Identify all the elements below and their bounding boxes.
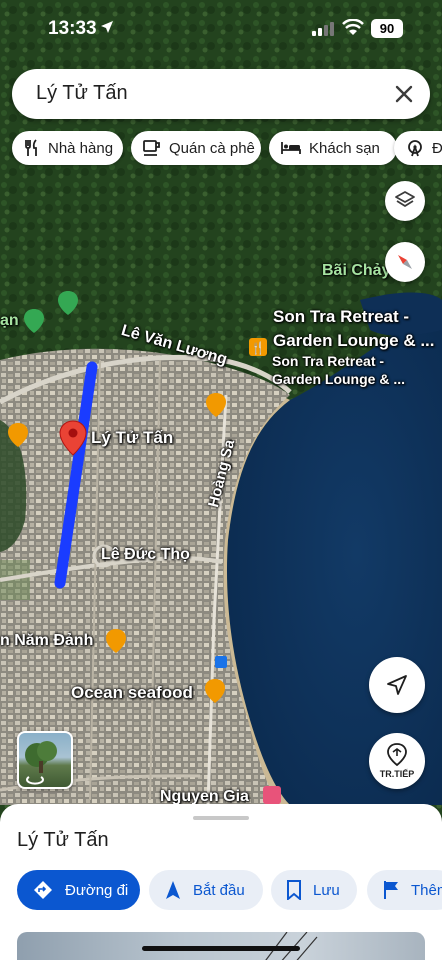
map-label-son-tra-small-2: Garden Lounge & ... (272, 371, 406, 387)
status-bar: 13:33 90 (0, 0, 442, 58)
chip-attractions[interactable]: Đị (394, 131, 442, 165)
map-label-nam-danh: n Năm Đảnh (0, 632, 94, 649)
flag-icon (383, 880, 399, 900)
attraction-icon (406, 139, 424, 157)
coffee-icon (143, 140, 161, 156)
wifi-icon (342, 19, 364, 35)
navigation-arrow-icon (165, 880, 181, 900)
map-label-partial-left: ạn (0, 312, 19, 329)
map-label-son-tra-small-1: Son Tra Retreat - (272, 353, 385, 369)
chip-hotels[interactable]: Khách sạn (269, 131, 397, 165)
map-label-bai-chay: Bãi Chảy (322, 262, 391, 279)
navigation-button-label: TR.TIẾP (379, 769, 415, 779)
cellular-signal-icon (312, 22, 334, 36)
close-icon[interactable] (392, 82, 416, 106)
map-label-son-tra-1[interactable]: Son Tra Retreat - (273, 307, 409, 327)
my-location-button[interactable] (369, 657, 425, 713)
search-query[interactable]: Lý Tử Tấn (36, 82, 128, 105)
chip-restaurants[interactable]: Nhà hàng (12, 131, 123, 165)
map-label-le-duc-tho: Lê Đức Thọ (101, 546, 190, 563)
battery-indicator: 90 (371, 19, 403, 38)
street-view-photo (25, 741, 57, 785)
directions-button[interactable]: Đường đi (17, 870, 140, 910)
restaurant-icon (24, 139, 40, 157)
save-label: Lưu (313, 881, 340, 899)
place-title: Lý Tử Tấn (17, 829, 109, 851)
save-button[interactable]: Lưu (271, 870, 357, 910)
place-bottom-sheet[interactable]: Lý Tử Tấn Đường đi Bắt đầu Lưu Thêm (0, 804, 442, 960)
sheet-drag-handle[interactable] (193, 816, 249, 820)
directions-icon (33, 880, 53, 900)
location-arrow-icon (101, 21, 113, 33)
hotel-icon (281, 141, 301, 155)
compass-button[interactable] (385, 242, 425, 282)
street-view-thumbnail[interactable] (17, 731, 73, 789)
rotate-360-icon (26, 776, 44, 785)
start-button[interactable]: Bắt đầu (149, 870, 263, 910)
navigation-pin-icon (387, 743, 407, 767)
place-actions: Đường đi Bắt đầu Lưu Thêm (17, 870, 442, 910)
location-arrow-icon (387, 675, 407, 695)
status-time: 13:33 (48, 18, 97, 39)
bookmark-icon (287, 880, 301, 900)
map-label-ly-tu-tan: Lý Tử Tấn (91, 428, 174, 447)
map-label-son-tra-2[interactable]: Garden Lounge & ... (273, 331, 435, 351)
chip-label: Nhà hàng (48, 139, 114, 157)
chip-label: Khách sạn (309, 139, 380, 157)
category-chips: Nhà hàng Quán cà phê Khách sạn Đị (12, 131, 442, 165)
compass-icon (398, 255, 412, 269)
layers-icon (395, 191, 415, 207)
start-label: Bắt đầu (193, 881, 245, 899)
search-bar[interactable]: Lý Tử Tấn (12, 69, 430, 119)
chip-label: Đị (432, 139, 442, 157)
home-indicator (142, 946, 300, 951)
layers-button[interactable] (385, 181, 425, 221)
add-label-button[interactable]: Thêm (367, 870, 442, 910)
directions-label: Đường đi (65, 881, 129, 899)
map-label-ocean-seafood[interactable]: Ocean seafood (71, 683, 193, 703)
navigation-button[interactable]: TR.TIẾP (369, 733, 425, 789)
chip-cafes[interactable]: Quán cà phê (131, 131, 261, 165)
add-label-label: Thêm (411, 881, 442, 899)
chip-label: Quán cà phê (169, 139, 255, 157)
svg-text:🍴: 🍴 (251, 341, 266, 355)
